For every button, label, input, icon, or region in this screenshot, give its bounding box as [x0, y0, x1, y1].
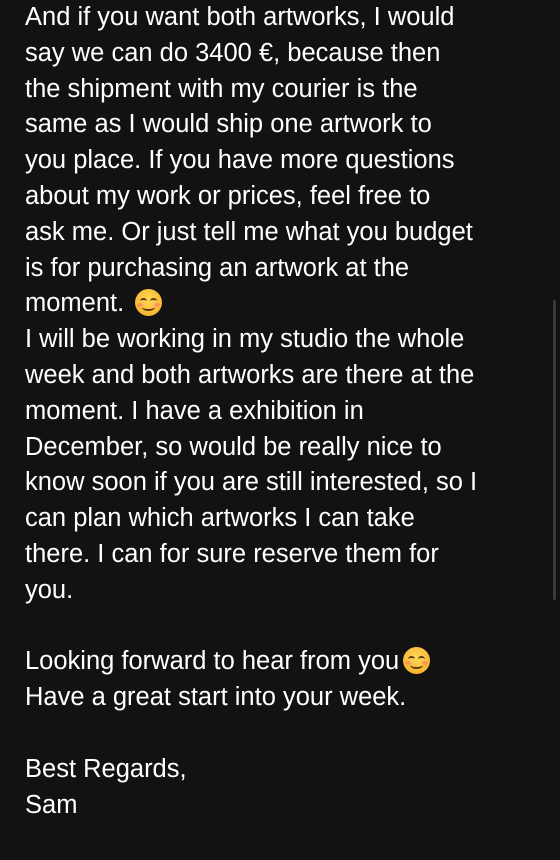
- message-line: you.: [25, 575, 74, 604]
- message-line: know soon if you are still interested, s…: [25, 468, 478, 497]
- signature-name: Sam: [25, 790, 78, 819]
- smiling-face-icon: [135, 289, 163, 317]
- smiling-face-icon: [403, 647, 431, 675]
- message-line: December, so would be really nice to: [25, 432, 442, 461]
- message-line: ask me. Or just tell me what you budget: [25, 217, 473, 246]
- message-line: about my work or prices, feel free to: [25, 181, 431, 210]
- message-line: same as I would ship one artwork to: [25, 110, 432, 139]
- signature-greeting: Best Regards,: [25, 754, 187, 783]
- message-line: is for purchasing an artwork at the: [25, 253, 410, 282]
- message-line-with-emoji: Looking forward to hear from you: [25, 644, 545, 680]
- message-line: And if you want both artworks, I would: [25, 3, 455, 31]
- message-line: I will be working in my studio the whole: [25, 325, 465, 354]
- message-line: there. I can for sure reserve them for: [25, 539, 439, 568]
- message-line: can plan which artworks I can take: [25, 504, 415, 533]
- message-line: the shipment with my courier is the: [25, 74, 418, 103]
- message-line: you place. If you have more questions: [25, 146, 455, 175]
- message-line: say we can do 3400 €, because then: [25, 38, 441, 67]
- message-line-with-emoji: moment.: [25, 286, 545, 322]
- message-line: Have a great start into your week.: [25, 683, 407, 712]
- message-body: And if you want both artworks, I would s…: [25, 0, 545, 823]
- message-line: week and both artworks are there at the: [25, 360, 475, 389]
- message-line-text: moment.: [25, 289, 125, 318]
- message-line: moment. I have a exhibition in: [25, 396, 364, 425]
- message-line-text: Looking forward to hear from you: [25, 647, 400, 676]
- scrollbar[interactable]: [553, 300, 556, 600]
